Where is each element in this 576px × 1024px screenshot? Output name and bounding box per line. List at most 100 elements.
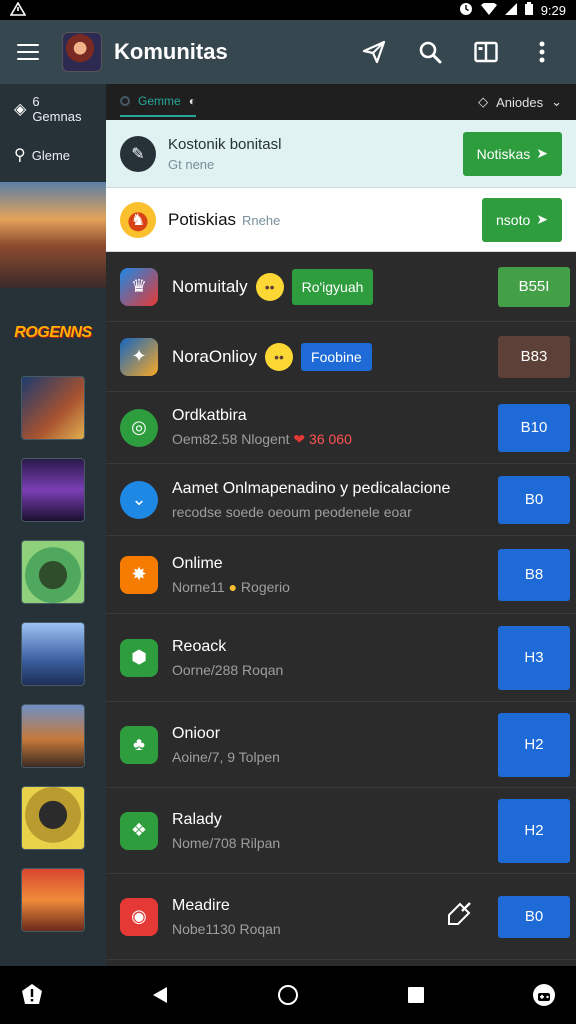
row-subtitle: Norne11 <box>172 578 225 595</box>
banner-subtitle: Gt nene <box>168 156 215 172</box>
row-title: Aamet Onlmapenadino y pedicalacione <box>172 479 451 497</box>
sidebar-item-label: Gleme <box>31 147 71 163</box>
game-icon: ⌄ <box>120 480 158 519</box>
sidebar-item-label: 6 Gemnas <box>32 94 82 124</box>
recents-icon <box>408 987 424 1003</box>
home-button[interactable] <box>270 977 306 1013</box>
row-action-button[interactable]: H2 <box>498 712 570 777</box>
game-icon: ♣ <box>120 725 158 764</box>
row-action-button[interactable]: B8 <box>498 548 570 601</box>
row-action-button[interactable]: B0 <box>498 895 570 938</box>
row-title: Nomuitaly <box>172 276 248 296</box>
list-item[interactable]: ◉ Meadire Nobe1130 Roqan B0 <box>106 874 576 960</box>
warning-icon <box>9 0 27 19</box>
edit-icon[interactable] <box>446 901 474 932</box>
row-action-button[interactable]: H2 <box>498 798 570 863</box>
row-title: Onlime <box>172 554 223 572</box>
row-title: Onioor <box>172 724 221 742</box>
list-item[interactable]: ⌄ Aamet Onlmapenadino y pedicalacione re… <box>106 464 576 536</box>
diamond-icon: ◇ <box>478 94 489 109</box>
gamepad-button[interactable] <box>526 977 562 1013</box>
list-item[interactable]: ⬢ Reoack Oorne/288 Roqan H3 <box>106 614 576 702</box>
book-icon <box>474 41 498 63</box>
list-item[interactable]: ✦ NoraOnlioy •• Foobine B83 <box>106 322 576 392</box>
row-subtitle: Nome/708 Rilpan <box>172 834 281 851</box>
alert-button[interactable] <box>14 977 50 1013</box>
row-subtitle: Oem82.58 Nlogent <box>172 431 290 447</box>
sidebar-game-thumb[interactable] <box>21 786 85 850</box>
signal-icon <box>504 2 517 18</box>
tab-label: Gemme <box>138 94 181 108</box>
list-item[interactable]: ♣ Onioor Aoine/7, 9 Tolpen H2 <box>106 702 576 788</box>
row-subtitle: Nobe1130 Roqan <box>172 920 281 937</box>
row-action-button[interactable]: B0 <box>498 475 570 524</box>
row-title: NoraOnlioy <box>172 346 258 366</box>
send-icon <box>362 40 386 64</box>
game-icon: ♛ <box>120 267 158 306</box>
radio-icon <box>120 96 130 106</box>
notification-button[interactable]: Notiskas ➤ <box>462 131 562 176</box>
status-bar: 9:29 <box>0 0 576 20</box>
sidebar-game-thumb[interactable] <box>21 458 85 522</box>
list-item[interactable]: ❖ Ralady Nome/708 Rilpan H2 <box>106 788 576 874</box>
send-button[interactable] <box>346 24 402 80</box>
sidebar-game-thumb[interactable] <box>21 540 85 604</box>
banner-subtitle: Rnehe <box>242 212 281 228</box>
game-icon: ◉ <box>120 897 158 936</box>
promo-banner[interactable]: ✎ Kostonik bonitasl Gt nene Notiskas ➤ <box>106 120 576 188</box>
banner-title: Kostonik bonitasl <box>168 135 282 153</box>
chevron-down-icon: ⌄ <box>551 94 562 109</box>
sidebar-game-thumb[interactable] <box>21 704 85 768</box>
row-action-button[interactable]: B55I <box>498 266 570 307</box>
tab-strip: Gemme ◐ ◇ Aniodes ⌄ <box>106 84 576 120</box>
alarm-icon <box>459 2 473 19</box>
back-icon <box>153 987 167 1003</box>
list-item[interactable]: ◎ Ordkatbira Oem82.58 Nlogent ❤ 36 060 B… <box>106 392 576 464</box>
arrow-icon: ➤ <box>536 211 548 227</box>
sort-label: Aniodes <box>496 94 544 110</box>
row-action-button[interactable]: B10 <box>498 403 570 452</box>
book-button[interactable] <box>458 24 514 80</box>
app-avatar[interactable] <box>62 32 102 72</box>
row-action-button[interactable]: H3 <box>498 625 570 690</box>
menu-button[interactable] <box>0 20 56 84</box>
smiley-icon: •• <box>255 272 284 301</box>
row-subtitle-extra: Rogerio <box>240 578 290 595</box>
more-button[interactable] <box>514 24 570 80</box>
battery-icon <box>524 2 533 18</box>
sidebar-item-games[interactable]: ◈ 6 Gemnas <box>0 86 106 132</box>
row-action-button[interactable]: B83 <box>498 335 570 378</box>
row-title: Reoack <box>172 637 227 655</box>
wifi-icon <box>480 1 497 18</box>
row-subtitle: Oorne/288 Roqan <box>172 661 284 678</box>
list-item[interactable]: ♛ Nomuitaly •• Ro'igyuah B55I <box>106 252 576 322</box>
game-icon: ❖ <box>120 811 158 850</box>
like-count: 36 060 <box>309 431 352 447</box>
game-icon: ⬢ <box>120 638 158 677</box>
sidebar-item-search[interactable]: ⚲ Gleme <box>0 132 106 178</box>
menu-icon <box>17 44 39 60</box>
sidebar-game-thumb[interactable] <box>21 376 85 440</box>
sort-dropdown[interactable]: ◇ Aniodes ⌄ <box>478 94 562 110</box>
back-button[interactable] <box>142 977 178 1013</box>
banner-action-button[interactable]: nsoto ➤ <box>482 197 562 242</box>
game-icon: ✸ <box>120 555 158 594</box>
search-icon: ⚲ <box>14 147 26 164</box>
sidebar-logo[interactable]: ROGENNS <box>0 304 106 362</box>
tab-games[interactable]: Gemme ◐ <box>120 87 196 117</box>
promo-banner[interactable]: ♞ Potiskias Rnehe nsoto ➤ <box>106 188 576 252</box>
arrow-icon: ➤ <box>536 145 548 161</box>
page-title: Komunitas <box>114 39 228 64</box>
app-bar: Komunitas <box>0 20 576 84</box>
recents-button[interactable] <box>398 977 434 1013</box>
list-item[interactable]: ✸ Onlime Norne11 ● Rogerio B8 <box>106 536 576 614</box>
search-button[interactable] <box>402 24 458 80</box>
system-nav-bar <box>0 966 576 1024</box>
search-icon <box>419 41 442 64</box>
sidebar-banner-image[interactable] <box>0 182 106 288</box>
sidebar-game-thumb[interactable] <box>21 868 85 932</box>
sidebar-game-thumb[interactable] <box>21 622 85 686</box>
main-content: Gemme ◐ ◇ Aniodes ⌄ ✎ Kostonik bonitasl … <box>106 84 576 966</box>
leaf-icon: ✎ <box>120 135 156 172</box>
coin-icon: ● <box>228 578 238 595</box>
